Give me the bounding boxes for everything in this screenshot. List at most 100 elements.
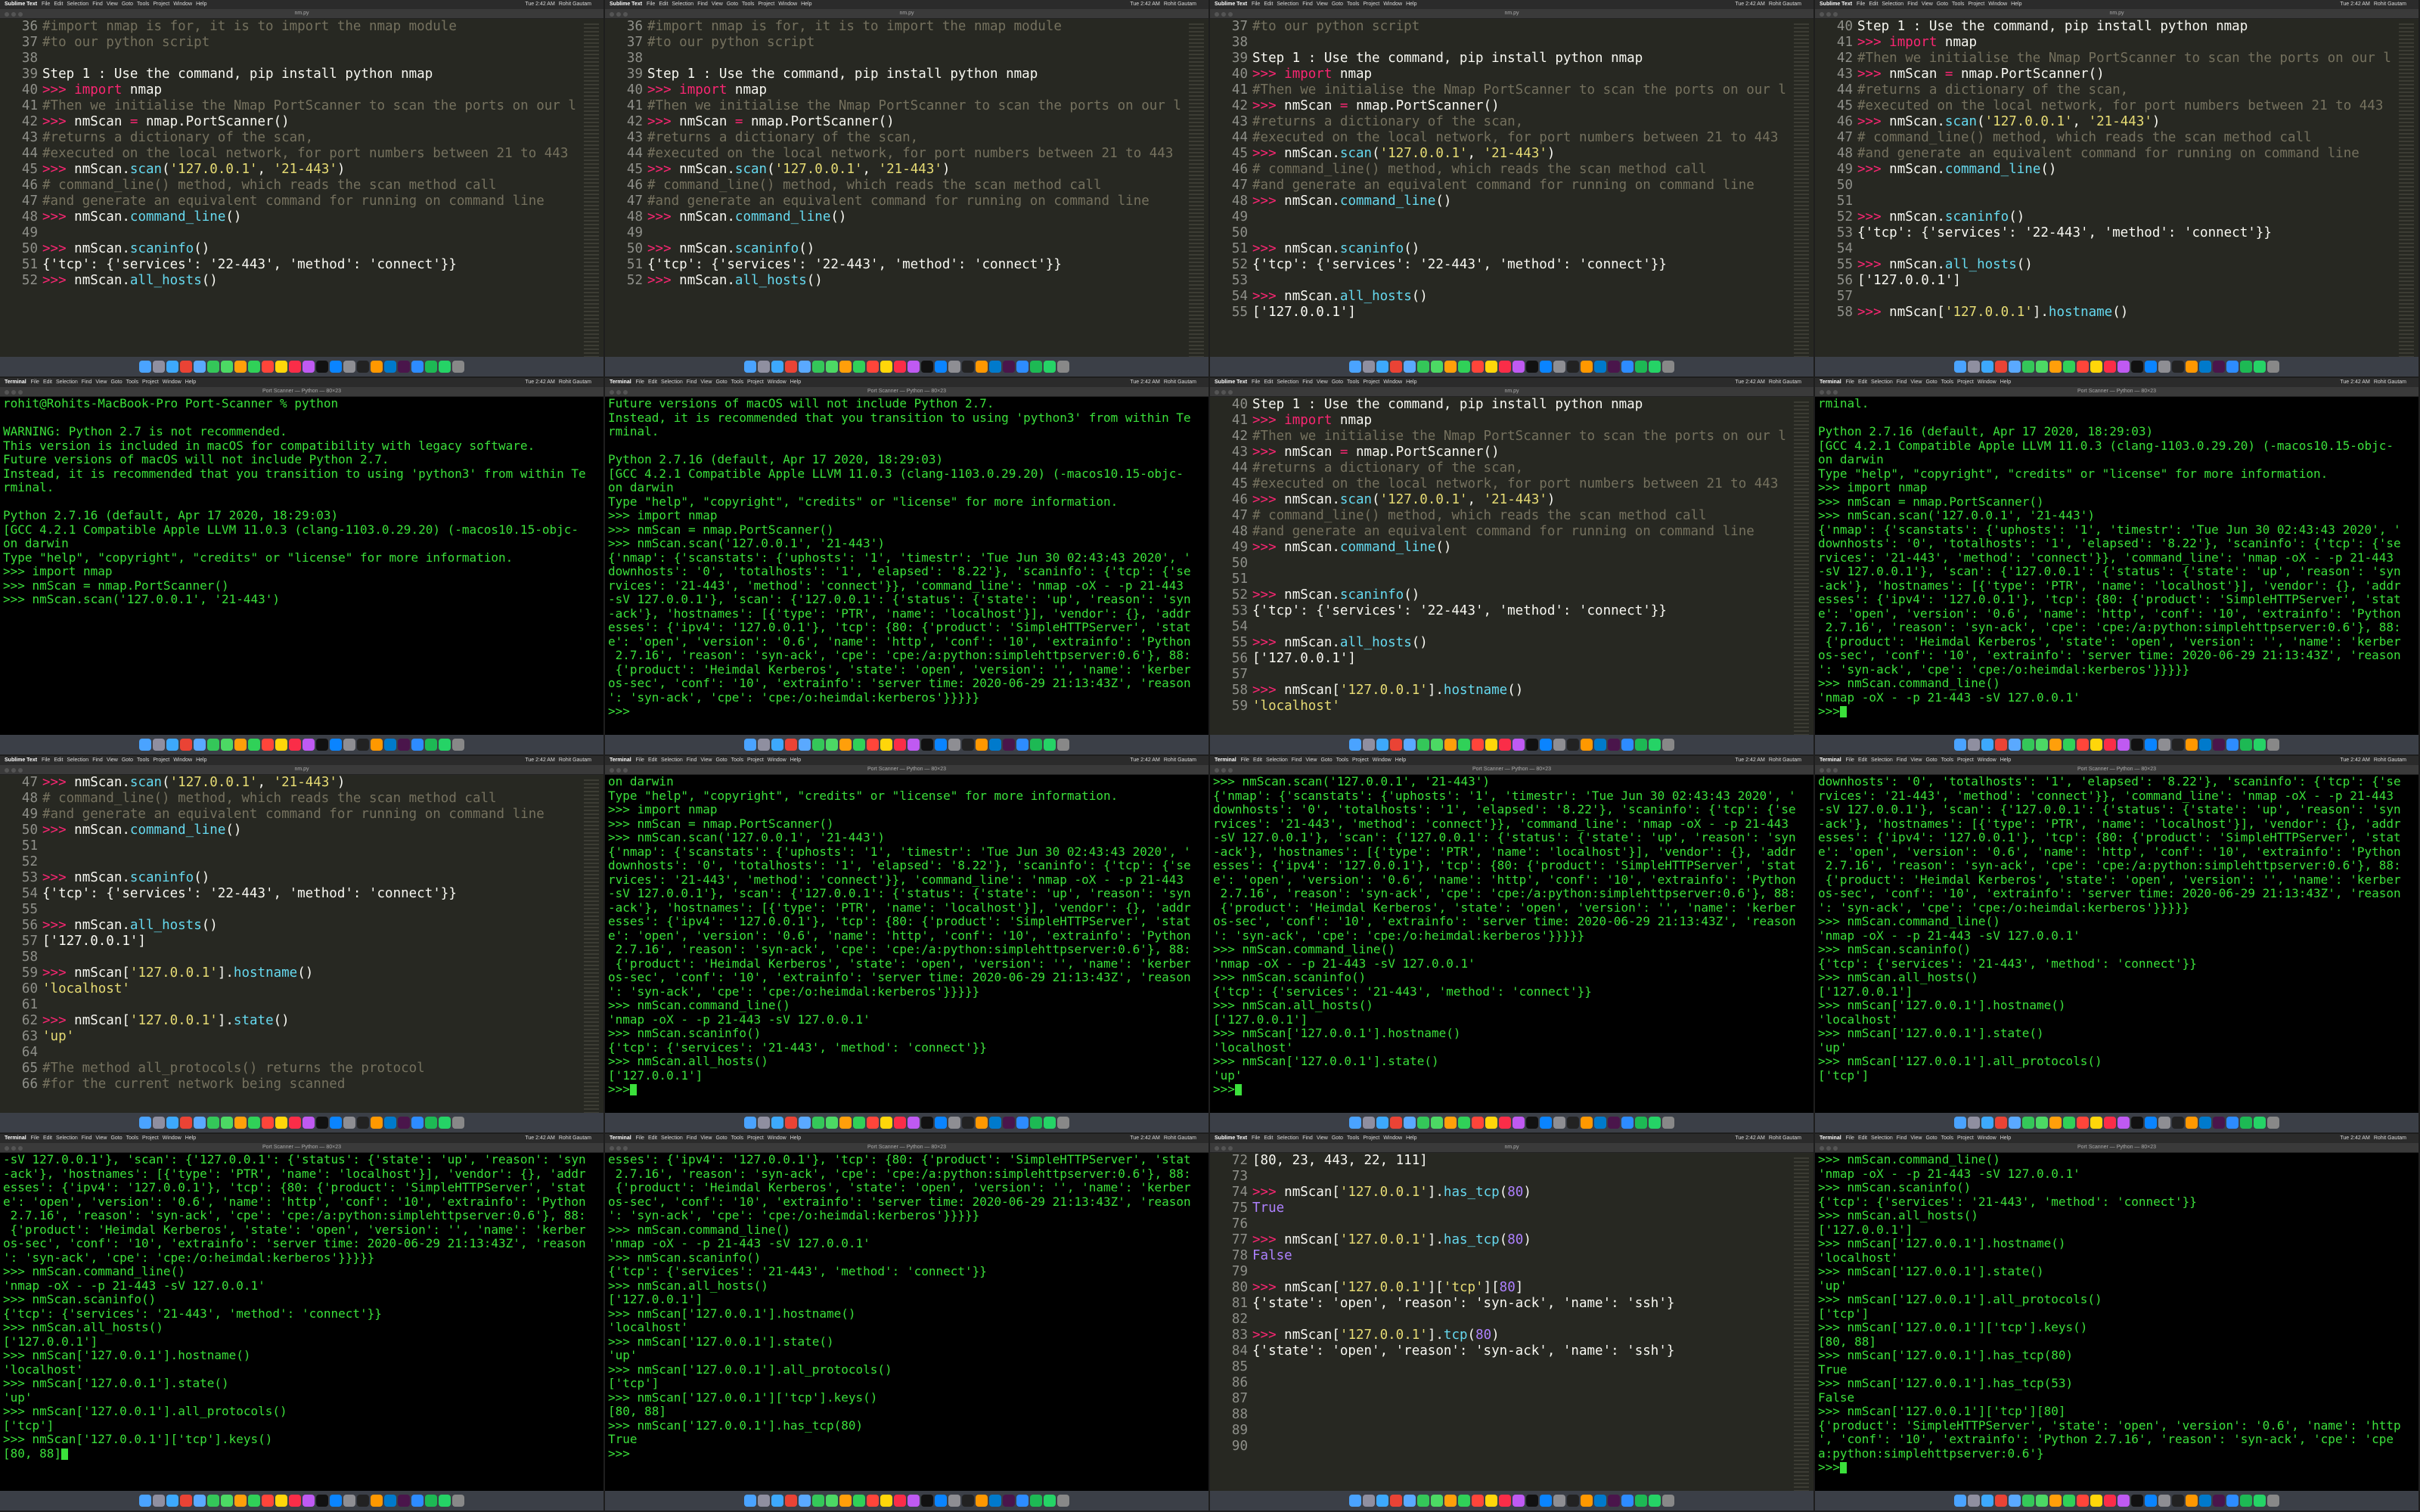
code-line[interactable] [1252, 273, 1792, 289]
menu-item[interactable]: Goto [1332, 2, 1343, 7]
terminal-icon[interactable] [2172, 1117, 2184, 1129]
launchpad-icon[interactable] [153, 739, 165, 751]
appstore-icon[interactable] [935, 361, 947, 373]
menu-item[interactable]: View [1305, 758, 1317, 763]
maps-icon[interactable] [1431, 1495, 1443, 1507]
safari-icon[interactable] [166, 1495, 178, 1507]
slack-icon[interactable] [1003, 1495, 1015, 1507]
podcasts-icon[interactable] [1512, 1117, 1525, 1129]
facetime-icon[interactable] [248, 361, 260, 373]
minimap[interactable] [584, 23, 599, 357]
app-menu-name[interactable]: Terminal [5, 1136, 26, 1141]
chrome-icon[interactable] [180, 1117, 192, 1129]
finder-icon[interactable] [139, 1117, 151, 1129]
menubar-user[interactable]: Rohit Gautam [2374, 2, 2406, 7]
podcasts-icon[interactable] [1512, 1495, 1525, 1507]
menu-item[interactable]: File [42, 758, 50, 763]
launchpad-icon[interactable] [758, 1495, 770, 1507]
sublime-icon[interactable] [1581, 1117, 1593, 1129]
photos-icon[interactable] [2049, 1495, 2062, 1507]
menu-item[interactable]: Goto [1937, 2, 1948, 7]
launchpad-icon[interactable] [153, 1117, 165, 1129]
photos-icon[interactable] [1444, 361, 1457, 373]
code-line[interactable] [1857, 289, 2397, 305]
code-line[interactable]: >>> nmScan.command_line() [1252, 540, 1792, 556]
code-line[interactable] [1252, 1216, 1792, 1232]
launchpad-icon[interactable] [153, 361, 165, 373]
trash-icon[interactable] [2267, 1117, 2279, 1129]
code-line[interactable]: >>> nmScan.all_hosts() [1252, 635, 1792, 651]
messages-icon[interactable] [812, 361, 824, 373]
code-line[interactable] [1252, 619, 1792, 635]
mail-icon[interactable] [2009, 739, 2021, 751]
trash-icon[interactable] [1662, 1117, 1674, 1129]
spotify-icon[interactable] [425, 739, 437, 751]
notes-icon[interactable] [2090, 1117, 2102, 1129]
menu-item[interactable]: Window [173, 758, 192, 763]
code-line[interactable] [1252, 1439, 1792, 1455]
close-dot[interactable] [1820, 768, 1824, 773]
close-dot[interactable] [1215, 768, 1219, 773]
slack-icon[interactable] [1608, 1117, 1620, 1129]
menu-item[interactable]: Project [747, 758, 764, 763]
sublime-icon[interactable] [2186, 1495, 2198, 1507]
tv-icon[interactable] [1526, 361, 1538, 373]
menu-item[interactable]: Project [1363, 2, 1379, 7]
code-line[interactable] [647, 51, 1187, 67]
chrome-icon[interactable] [180, 739, 192, 751]
podcasts-icon[interactable] [2118, 739, 2130, 751]
code-line[interactable]: #to our python script [647, 35, 1187, 51]
music-icon[interactable] [894, 1117, 906, 1129]
zoom-icon[interactable] [411, 361, 424, 373]
menu-item[interactable]: Selection [1871, 758, 1893, 763]
launchpad-icon[interactable] [153, 1495, 165, 1507]
appstore-icon[interactable] [1540, 739, 1552, 751]
calendar-icon[interactable] [867, 361, 879, 373]
spotify-icon[interactable] [1030, 739, 1042, 751]
music-icon[interactable] [1499, 1495, 1511, 1507]
music-icon[interactable] [1499, 361, 1511, 373]
code-line[interactable]: #Then we initialise the Nmap PortScanner… [1252, 429, 1792, 445]
mail-icon[interactable] [2009, 1117, 2021, 1129]
menu-item[interactable]: Goto [1332, 380, 1343, 385]
code-line[interactable] [42, 1045, 582, 1061]
zoom-icon[interactable] [1016, 739, 1028, 751]
code-line[interactable]: #executed on the local network, for port… [1252, 476, 1792, 492]
settings-icon[interactable] [1553, 1495, 1565, 1507]
code-line[interactable]: {'tcp': {'services': '22-443', 'method':… [1252, 603, 1792, 619]
code-line[interactable]: {'state': 'open', 'reason': 'syn-ack', '… [1252, 1296, 1792, 1312]
photos-icon[interactable] [839, 739, 852, 751]
whatsapp-icon[interactable] [2254, 739, 2266, 751]
slack-icon[interactable] [1608, 361, 1620, 373]
zoom-icon[interactable] [411, 739, 424, 751]
code-line[interactable]: #executed on the local network, for port… [1252, 130, 1792, 146]
vscode-icon[interactable] [2199, 1117, 2211, 1129]
tv-icon[interactable] [316, 1495, 328, 1507]
code-line[interactable]: # command_line() method, which reads the… [647, 178, 1187, 194]
appstore-icon[interactable] [330, 1495, 342, 1507]
code-line[interactable]: >>> nmScan.scan('127.0.0.1', '21-443') [647, 162, 1187, 178]
menu-item[interactable]: Find [697, 2, 708, 7]
terminal-pane[interactable]: esses': {'ipv4': '127.0.0.1'}, 'tcp': {8… [605, 1153, 1208, 1491]
menu-item[interactable]: Help [196, 2, 206, 7]
slack-icon[interactable] [1003, 361, 1015, 373]
menu-item[interactable]: View [700, 758, 712, 763]
trash-icon[interactable] [1057, 361, 1069, 373]
menu-item[interactable]: Edit [54, 2, 63, 7]
menu-item[interactable]: View [95, 380, 107, 385]
menubar-user[interactable]: Rohit Gautam [1164, 2, 1196, 7]
app-menu-name[interactable]: Terminal [610, 380, 631, 385]
trash-icon[interactable] [1662, 739, 1674, 751]
app-menu-name[interactable]: Terminal [5, 380, 26, 385]
code-line[interactable]: {'tcp': {'services': '22-443', 'method':… [1252, 257, 1792, 273]
settings-icon[interactable] [2158, 361, 2170, 373]
vscode-icon[interactable] [1594, 1117, 1606, 1129]
code-line[interactable]: 'localhost' [42, 981, 582, 997]
zoom-icon[interactable] [411, 1495, 424, 1507]
code-line[interactable]: #and generate an equivalent command for … [647, 194, 1187, 209]
tv-icon[interactable] [1526, 1117, 1538, 1129]
code-line[interactable]: >>> nmScan.command_line() [42, 823, 582, 838]
menu-item[interactable]: Find [82, 1136, 92, 1141]
finder-icon[interactable] [1954, 361, 1966, 373]
menu-item[interactable]: Project [1968, 2, 1984, 7]
